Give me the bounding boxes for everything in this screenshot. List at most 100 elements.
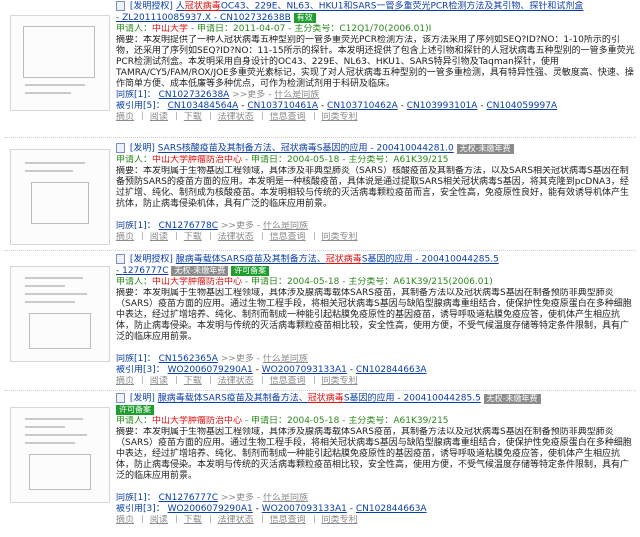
- action-read[interactable]: 阅读: [150, 112, 168, 122]
- action-similar-patents[interactable]: 同类专利: [321, 376, 357, 386]
- action-info-query[interactable]: 信息查询: [270, 232, 306, 242]
- result-title-link[interactable]: 腺病毒载体SARS疫苗及其制备方法、冠状病毒S基因的应用 - 200410044…: [158, 394, 481, 404]
- action-legal-status[interactable]: 法律状态: [218, 112, 254, 122]
- action-legal-status[interactable]: 法律状态: [218, 232, 254, 242]
- what-family-link[interactable]: 什么是同族: [263, 354, 308, 364]
- action-similar-patents[interactable]: 同类专利: [321, 232, 357, 242]
- what-family-link[interactable]: 什么是同族: [263, 493, 308, 503]
- action-similar-patents[interactable]: 同类专利: [321, 112, 357, 122]
- ipc-code[interactable]: C12Q1/70(2006.01)I: [339, 24, 431, 34]
- action-download[interactable]: 下载: [184, 232, 202, 242]
- more-link[interactable]: >>更多: [221, 354, 254, 364]
- more-link[interactable]: >>更多: [221, 221, 254, 231]
- result-record: [发明] 腺病毒载体SARS疫苗及其制备方法、冠状病毒S基因的应用 - 2004…: [4, 393, 636, 533]
- action-read[interactable]: 阅读: [150, 232, 168, 242]
- action-abstract-page[interactable]: 摘页: [116, 515, 134, 525]
- result-title: [发明授权] 人冠状病毒OC43、229E、NL63、HKU1和SARS一管多重…: [116, 1, 636, 13]
- pub-number-link[interactable]: - ZL201110085937.X - CN102732638B: [116, 13, 291, 23]
- divider: [4, 250, 636, 251]
- ipc-code[interactable]: A61K39/215(2006.01): [393, 277, 492, 287]
- pub-number-link[interactable]: - 1276777C: [116, 266, 168, 276]
- divider: [4, 390, 636, 391]
- result-title: [发明] SARS核酸疫苗及其制备方法、冠状病毒S基因的应用 - 2004100…: [116, 143, 636, 155]
- cited-link[interactable]: WO2007093133A1: [262, 365, 347, 375]
- family-row: 同族[1]： CN1276777C >>更多 - 什么是同族: [116, 492, 308, 503]
- ipc-code[interactable]: A61K39/215: [393, 155, 448, 165]
- what-family-link[interactable]: 什么是同族: [274, 90, 319, 100]
- more-link[interactable]: >>更多: [232, 90, 265, 100]
- action-abstract-page[interactable]: 摘页: [116, 376, 134, 386]
- cited-row: 被引用[3]： WO2006079290A1 - WO2007093133A1 …: [116, 364, 427, 375]
- license-badge: 许可备案: [231, 265, 270, 276]
- checkbox-icon[interactable]: [116, 393, 125, 403]
- result-title-link[interactable]: 腺病毒载体SARS疫苗及其制备方法、冠状病毒S基因的应用 - 200410044…: [176, 255, 499, 265]
- cited-link[interactable]: WO2007093133A1: [262, 504, 347, 514]
- drawing-thumbnail[interactable]: [10, 149, 110, 245]
- family-link[interactable]: CN1276778C: [159, 221, 218, 231]
- action-abstract-page[interactable]: 摘页: [116, 232, 134, 242]
- drawing-thumbnail[interactable]: [10, 266, 110, 362]
- applicant[interactable]: 中山大学肿瘤防治中心: [152, 277, 242, 287]
- applicant[interactable]: 中山大学肿瘤防治中心: [152, 416, 242, 426]
- status-badge: 有效: [293, 12, 316, 23]
- status-badge: 无权-未缴年费: [483, 393, 541, 404]
- ipc-code[interactable]: A61K39/215: [393, 416, 448, 426]
- action-legal-status[interactable]: 法律状态: [218, 376, 254, 386]
- action-similar-patents[interactable]: 同类专利: [321, 515, 357, 525]
- action-legal-status[interactable]: 法律状态: [218, 515, 254, 525]
- result-title-link[interactable]: SARS核酸疫苗及其制备方法、冠状病毒S基因的应用 - 200410044281…: [158, 144, 454, 154]
- divider: [4, 137, 636, 138]
- family-link[interactable]: CN1562365A: [159, 354, 218, 364]
- cited-link[interactable]: CN103710462A: [327, 101, 398, 111]
- cited-link[interactable]: CN102844663A: [356, 365, 427, 375]
- patent-kind: [发明授权]: [129, 1, 173, 12]
- cited-link[interactable]: CN104059997A: [486, 101, 557, 111]
- status-badge: 无权-未缴年费: [456, 143, 514, 154]
- cited-link[interactable]: WO2006079290A1: [168, 504, 253, 514]
- result-meta: 申请人：中山大学肿瘤防治中心 - 申请日：2004-05-18 - 主分类号：A…: [116, 415, 449, 426]
- applicant[interactable]: 中山大学肿瘤防治中心: [152, 155, 242, 165]
- what-family-link[interactable]: 什么是同族: [263, 221, 308, 231]
- result-record: [发明授权] 腺病毒载体SARS疫苗及其制备方法、冠状病毒S基因的应用 - 20…: [4, 254, 636, 387]
- result-title-cont: - ZL201110085937.X - CN102732638B 有效: [116, 12, 636, 24]
- filing-date: 2011-04-07: [233, 23, 286, 34]
- result-title: [发明授权] 腺病毒载体SARS疫苗及其制备方法、冠状病毒S基因的应用 - 20…: [116, 254, 636, 266]
- result-meta: 申请人：中山大学 - 申请日：2011-04-07 - 主分类号：C12Q1/7…: [116, 23, 432, 34]
- checkbox-icon[interactable]: [116, 1, 125, 11]
- checkbox-icon[interactable]: [116, 254, 125, 264]
- action-info-query[interactable]: 信息查询: [270, 112, 306, 122]
- cited-link[interactable]: CN103484564A: [168, 101, 239, 111]
- cited-link[interactable]: CN103993101A: [407, 101, 478, 111]
- action-abstract-page[interactable]: 摘页: [116, 112, 134, 122]
- action-read[interactable]: 阅读: [150, 515, 168, 525]
- result-meta: 申请人：中山大学肿瘤防治中心 - 申请日：2004-05-18 - 主分类号：A…: [116, 276, 493, 287]
- abstract-text: 摘要：本发明提供了一种人冠状病毒五种型别的一管多重荧光PCR检测方法，该方法采用…: [116, 34, 635, 89]
- filing-date: 2004-05-18: [287, 276, 340, 287]
- cited-link[interactable]: WO2006079290A1: [168, 365, 253, 375]
- cited-row: 被引用[5]： CN103484564A - CN103710461A - CN…: [116, 100, 558, 111]
- action-download[interactable]: 下载: [184, 112, 202, 122]
- license-badge: 许可备案: [116, 404, 154, 415]
- action-info-query[interactable]: 信息查询: [270, 515, 306, 525]
- family-link[interactable]: CN1276777C: [159, 493, 218, 503]
- action-bar: 摘页 阅读 下载 法律状态 信息查询 同类专利: [116, 515, 636, 526]
- cited-link[interactable]: CN103710461A: [247, 101, 318, 111]
- drawing-thumbnail[interactable]: [10, 407, 110, 503]
- cited-row: 被引用[3]： WO2006079290A1 - WO2007093133A1 …: [116, 503, 427, 514]
- checkbox-icon[interactable]: [116, 143, 125, 153]
- action-read[interactable]: 阅读: [150, 376, 168, 386]
- family-link[interactable]: CN102732638A: [159, 90, 230, 100]
- applicant[interactable]: 中山大学: [152, 24, 188, 34]
- action-bar: 摘页 阅读 下载 法律状态 信息查询 同类专利: [116, 232, 636, 243]
- result-title-link[interactable]: 人冠状病毒OC43、229E、NL63、HKU1和SARS一管多重荧光PCR检测…: [176, 2, 584, 12]
- filing-date: 2004-05-18: [287, 415, 340, 426]
- abstract-text: 摘要：本发明属于生物基因工程领域，具体涉及非典型肺炎（SARS）核酸疫苗及其制备…: [116, 165, 630, 209]
- abstract-text: 摘要：本发明属于生物基因工程领域，具体涉及腺病毒载体SARS疫苗，其制备方法以及…: [116, 426, 632, 481]
- action-info-query[interactable]: 信息查询: [270, 376, 306, 386]
- drawing-thumbnail[interactable]: [10, 15, 110, 111]
- action-download[interactable]: 下载: [184, 376, 202, 386]
- abstract-text: 摘要：本发明属于生物基因工程领域，具体涉及腺病毒载体SARS疫苗，其制备方法以及…: [116, 287, 632, 342]
- cited-link[interactable]: CN102844663A: [356, 504, 427, 514]
- action-download[interactable]: 下载: [184, 515, 202, 525]
- more-link[interactable]: >>更多: [221, 493, 254, 503]
